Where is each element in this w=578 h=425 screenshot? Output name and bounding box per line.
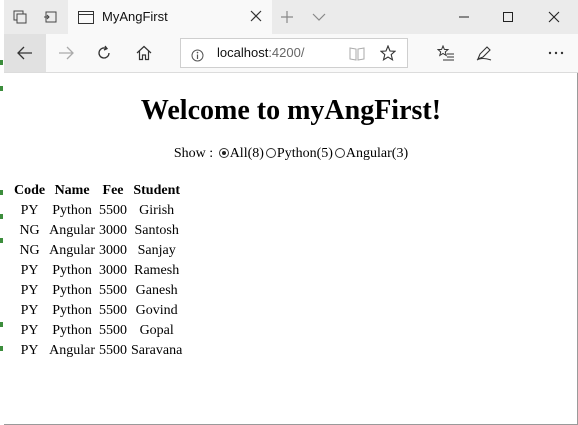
cell-code: PY <box>20 203 39 218</box>
filter-option-python[interactable]: Python(5) <box>264 146 333 161</box>
tab-close-icon[interactable] <box>248 8 264 28</box>
address-host: localhost <box>217 45 269 60</box>
filter-option-angular[interactable]: Angular(3) <box>333 146 408 161</box>
cell-fee: 3000 <box>99 223 128 238</box>
page-content: Welcome to myAngFirst! Show : All(8) Pyth… <box>4 73 578 425</box>
filter-option-label: Angular(3) <box>345 146 409 161</box>
chevron-down-icon[interactable] <box>308 0 330 34</box>
cell-student: Ganesh <box>135 283 178 298</box>
cell-fee: 5500 <box>99 303 128 318</box>
table-header-row: Code Name Fee Student <box>12 181 184 201</box>
pen-icon[interactable] <box>466 34 502 72</box>
cell-fee: 5500 <box>99 323 128 338</box>
table-row: PY Python 5500 Gopal <box>12 321 184 341</box>
minimize-icon[interactable] <box>444 0 484 34</box>
forward-arrow-icon[interactable] <box>48 34 84 72</box>
cell-code: PY <box>20 283 39 298</box>
table-row: PY Python 5500 Ganesh <box>12 281 184 301</box>
tab-title: MyAngFirst <box>102 9 168 24</box>
address-port: :4200/ <box>268 45 305 60</box>
column-header-name: Name <box>54 183 90 198</box>
maximize-icon[interactable] <box>488 0 528 34</box>
home-icon[interactable] <box>126 34 162 72</box>
address-url[interactable]: localhost:4200/ <box>217 45 304 60</box>
cell-code: PY <box>20 343 39 358</box>
radio-angular[interactable] <box>334 148 345 158</box>
cell-student: Santosh <box>134 223 179 238</box>
info-icon[interactable] <box>191 47 204 66</box>
table-row: PY Python 3000 Ramesh <box>12 261 184 281</box>
table-row: PY Python 5500 Govind <box>12 301 184 321</box>
cell-student: Saravana <box>131 343 183 358</box>
page-title: Welcome to myAngFirst! <box>140 95 442 126</box>
filter-label: Show : <box>173 146 214 161</box>
navigation-bar: localhost:4200/ <box>4 34 578 73</box>
filter-row: Show : All(8) Python(5) Angular(3) <box>4 146 578 162</box>
plus-icon[interactable] <box>276 0 298 34</box>
browser-tab[interactable]: MyAngFirst <box>68 0 272 34</box>
column-header-student: Student <box>133 183 181 198</box>
cell-name: Angular <box>49 243 96 258</box>
cell-student: Ramesh <box>134 263 180 278</box>
page-icon <box>78 10 94 29</box>
cell-name: Angular <box>49 223 96 238</box>
filter-option-all[interactable]: All(8) <box>217 146 264 161</box>
cell-code: NG <box>19 243 40 258</box>
reading-view-icon[interactable] <box>349 46 365 65</box>
cell-code: PY <box>20 263 39 278</box>
close-icon[interactable] <box>534 0 574 34</box>
refresh-icon[interactable] <box>86 34 122 72</box>
cell-name: Python <box>52 203 92 218</box>
column-header-fee: Fee <box>102 183 124 198</box>
radio-all[interactable] <box>218 148 229 158</box>
browser-window: MyAngFirst localhost:4200/ Welcome to my… <box>0 0 578 425</box>
filter-option-label: All(8) <box>229 146 264 161</box>
cell-name: Python <box>52 283 92 298</box>
column-header-code: Code <box>14 183 46 198</box>
table-row: PY Python 5500 Girish <box>12 201 184 221</box>
more-icon[interactable] <box>538 34 574 72</box>
cell-fee: 3000 <box>99 263 128 278</box>
cell-name: Python <box>52 303 92 318</box>
cell-student: Gopal <box>139 323 174 338</box>
cell-student: Girish <box>139 203 175 218</box>
title-bar: MyAngFirst <box>4 0 578 34</box>
back-arrow-icon[interactable] <box>4 34 46 72</box>
cell-student: Govind <box>135 303 178 318</box>
cell-student: Sanjay <box>137 243 176 258</box>
cell-fee: 5500 <box>99 203 128 218</box>
tabs-aside-icon[interactable] <box>36 0 64 34</box>
students-table: Code Name Fee Student PY Python 5500 Gir… <box>12 181 184 361</box>
star-icon[interactable] <box>379 44 397 65</box>
cell-name: Python <box>52 323 92 338</box>
favorites-hub-icon[interactable] <box>428 34 464 72</box>
tab-actions-icon[interactable] <box>6 0 34 34</box>
cell-code: PY <box>20 323 39 338</box>
cell-fee: 5500 <box>99 343 128 358</box>
cell-name: Angular <box>49 343 96 358</box>
radio-python[interactable] <box>265 148 276 158</box>
address-bar[interactable]: localhost:4200/ <box>180 38 408 68</box>
table-row: NG Angular 3000 Sanjay <box>12 241 184 261</box>
cell-fee: 3000 <box>99 243 128 258</box>
table-row: PY Angular 5500 Saravana <box>12 341 184 361</box>
filter-option-label: Python(5) <box>276 146 333 161</box>
cell-code: NG <box>19 223 40 238</box>
cell-name: Python <box>52 263 92 278</box>
cell-code: PY <box>20 303 39 318</box>
table-row: NG Angular 3000 Santosh <box>12 221 184 241</box>
cell-fee: 5500 <box>99 283 128 298</box>
